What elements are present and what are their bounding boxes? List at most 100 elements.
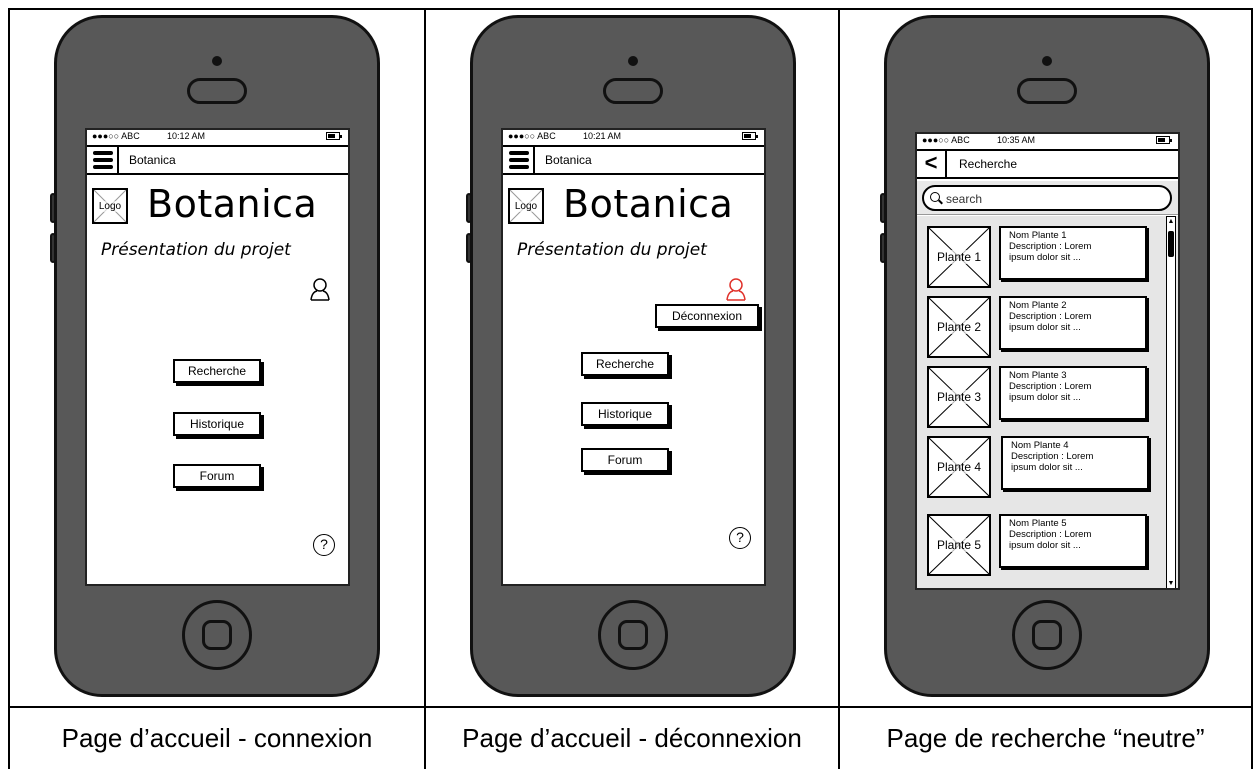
volume-button (50, 193, 56, 223)
home-button (182, 600, 252, 670)
brand-title: Botanica (147, 182, 318, 226)
signal-indicator: ●●●○○ ABC (922, 135, 970, 145)
battery-icon (1156, 136, 1172, 144)
plant-card: Nom Plante 3 Description : Lorem ipsum d… (999, 366, 1147, 420)
plant-name: Nom Plante 1 (1009, 230, 1067, 241)
list-item[interactable]: Plante 5 Nom Plante 5 Description : Lore… (927, 514, 1151, 576)
plant-description-cont: ipsum dolor sit ... (1009, 322, 1081, 333)
help-icon[interactable]: ? (313, 534, 335, 556)
search-bar: search (917, 181, 1178, 215)
scroll-down-icon[interactable]: ▼ (1167, 579, 1175, 588)
status-bar: ●●●○○ ABC 10:35 AM (917, 134, 1178, 148)
project-presentation: Présentation du projet (517, 240, 707, 260)
plant-image: Plante 4 (927, 436, 991, 498)
plant-name: Nom Plante 5 (1009, 518, 1067, 529)
nav-title: Botanica (545, 153, 592, 167)
screen: ●●●○○ ABC 10:21 AM Botanica Logo Botanic… (501, 128, 766, 586)
hamburger-menu-icon[interactable] (87, 147, 119, 173)
plant-image: Plante 2 (927, 296, 991, 358)
home-button (1012, 600, 1082, 670)
plant-card: Nom Plante 4 Description : Lorem ipsum d… (1001, 436, 1149, 490)
logo-label: Logo (510, 201, 542, 212)
screen: ●●●○○ ABC 10:35 AM < Recherche search Pl… (915, 132, 1180, 590)
phone-home-logout: ●●●○○ ABC 10:21 AM Botanica Logo Botanic… (466, 15, 796, 697)
clock: 10:35 AM (997, 135, 1036, 145)
forum-button[interactable]: Forum (581, 448, 669, 472)
search-button[interactable]: Recherche (581, 352, 669, 376)
plant-description: Description : Lorem (1009, 381, 1092, 392)
camera-icon (212, 56, 222, 66)
speaker-icon (187, 78, 247, 104)
user-login-icon[interactable] (309, 278, 331, 302)
plant-description: Description : Lorem (1009, 529, 1092, 540)
logout-button[interactable]: Déconnexion (655, 304, 759, 328)
nav-bar: < Recherche (917, 149, 1178, 179)
plant-image: Plante 1 (927, 226, 991, 288)
logo-image: Logo (92, 188, 128, 224)
user-logout-icon[interactable] (725, 278, 747, 302)
plant-description-cont: ipsum dolor sit ... (1009, 252, 1081, 263)
forum-button[interactable]: Forum (173, 464, 261, 488)
status-bar: ●●●○○ ABC 10:21 AM (503, 130, 764, 144)
plant-name: Nom Plante 3 (1009, 370, 1067, 381)
column-divider (838, 8, 840, 769)
plant-description-cont: ipsum dolor sit ... (1009, 392, 1081, 403)
volume-button (50, 233, 56, 263)
signal-indicator: ●●●○○ ABC (92, 131, 140, 141)
plant-description: Description : Lorem (1011, 451, 1094, 462)
plant-image: Plante 3 (927, 366, 991, 428)
nav-bar: Botanica (87, 145, 348, 175)
nav-title: Recherche (959, 157, 1018, 171)
scrollbar[interactable]: ▲ ▼ (1166, 216, 1176, 588)
screen: ●●●○○ ABC 10:12 AM Botanica Logo Botanic… (85, 128, 350, 586)
plant-image: Plante 5 (927, 514, 991, 576)
plant-description-cont: ipsum dolor sit ... (1009, 540, 1081, 551)
scroll-up-icon[interactable]: ▲ (1167, 217, 1175, 227)
project-presentation: Présentation du projet (101, 240, 291, 260)
caption-home-logout: Page d’accueil - déconnexion (462, 723, 802, 753)
scroll-thumb[interactable] (1168, 231, 1174, 257)
plant-name: Nom Plante 4 (1011, 440, 1069, 451)
camera-icon (1042, 56, 1052, 66)
nav-bar: Botanica (503, 145, 764, 175)
plant-card: Nom Plante 5 Description : Lorem ipsum d… (999, 514, 1147, 568)
list-item[interactable]: Plante 3 Nom Plante 3 Description : Lore… (927, 366, 1151, 428)
list-item[interactable]: Plante 2 Nom Plante 2 Description : Lore… (927, 296, 1151, 358)
brand-title: Botanica (563, 182, 734, 226)
phone-home-login: ●●●○○ ABC 10:12 AM Botanica Logo Botanic… (50, 15, 380, 697)
plant-image-label: Plante 1 (929, 250, 989, 264)
plant-list: Plante 1 Nom Plante 1 Description : Lore… (917, 216, 1178, 588)
list-item[interactable]: Plante 4 Nom Plante 4 Description : Lore… (927, 436, 1151, 498)
nav-title: Botanica (129, 153, 176, 167)
status-bar: ●●●○○ ABC 10:12 AM (87, 130, 348, 144)
volume-button (466, 193, 472, 223)
plant-card: Nom Plante 1 Description : Lorem ipsum d… (999, 226, 1147, 280)
plant-image-label: Plante 5 (929, 538, 989, 552)
plant-name: Nom Plante 2 (1009, 300, 1067, 311)
logo-label: Logo (94, 201, 126, 212)
volume-button (880, 193, 886, 223)
speaker-icon (1017, 78, 1077, 104)
history-button[interactable]: Historique (581, 402, 669, 426)
search-placeholder: search (946, 192, 983, 206)
help-icon[interactable]: ? (729, 527, 751, 549)
list-item[interactable]: Plante 1 Nom Plante 1 Description : Lore… (927, 226, 1151, 288)
caption-home-login: Page d’accueil - connexion (61, 723, 373, 753)
battery-icon (326, 132, 342, 140)
volume-button (466, 233, 472, 263)
history-button[interactable]: Historique (173, 412, 261, 436)
hamburger-menu-icon[interactable] (503, 147, 535, 173)
phone-search: ●●●○○ ABC 10:35 AM < Recherche search Pl… (880, 15, 1210, 697)
search-input[interactable]: search (922, 185, 1172, 211)
home-button (598, 600, 668, 670)
back-arrow-icon[interactable]: < (917, 151, 947, 177)
battery-icon (742, 132, 758, 140)
plant-description: Description : Lorem (1009, 241, 1092, 252)
clock: 10:21 AM (583, 131, 622, 141)
plant-image-label: Plante 2 (929, 320, 989, 334)
plant-description: Description : Lorem (1009, 311, 1092, 322)
clock: 10:12 AM (167, 131, 206, 141)
column-divider (424, 8, 426, 769)
plant-image-label: Plante 3 (929, 390, 989, 404)
search-button[interactable]: Recherche (173, 359, 261, 383)
